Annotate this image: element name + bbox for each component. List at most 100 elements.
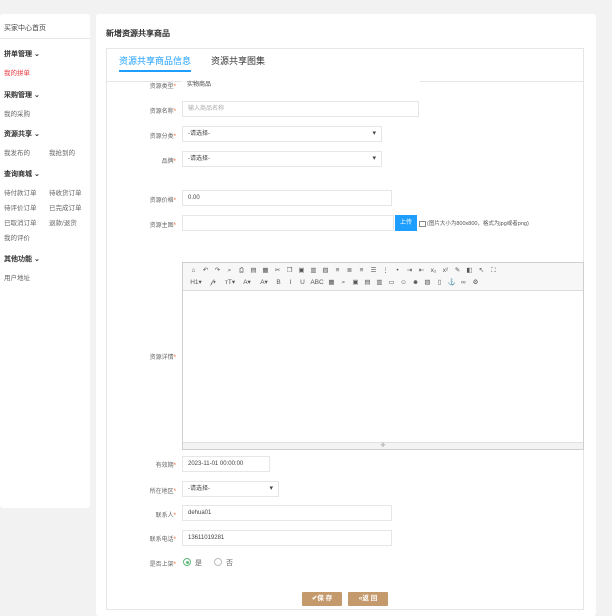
toolbar-button-16[interactable]: ☻: [411, 279, 420, 287]
toolbar-button-17[interactable]: ▨: [423, 279, 432, 287]
toolbar-button-6[interactable]: I: [286, 279, 295, 287]
preview-icon[interactable]: ⌕: [225, 267, 234, 275]
align-right-icon[interactable]: ≡: [357, 267, 366, 275]
sidebar-item-published[interactable]: 我发布的: [4, 147, 30, 157]
outdent-icon[interactable]: ⇤: [417, 267, 426, 275]
toolbar-button-12[interactable]: ▤: [363, 279, 372, 287]
align-center-icon[interactable]: ≣: [345, 267, 354, 275]
listed-no-radio[interactable]: [214, 558, 222, 566]
listed-yes-radio[interactable]: [183, 558, 191, 566]
chevron-down-icon: ⌄: [33, 171, 40, 178]
sidebar-item-unpaid[interactable]: 待付款订单: [4, 187, 37, 197]
toolbar-button-1[interactable]: 𝒻▾: [206, 279, 220, 287]
sidebar-item-completed[interactable]: 已完成订单: [49, 202, 82, 212]
category-select[interactable]: -请选择-: [182, 126, 382, 142]
region-label: 所在地区*: [149, 489, 176, 495]
toolbar-button-2[interactable]: ᴛT▾: [223, 279, 237, 287]
name-input[interactable]: 输入商品名称: [182, 101, 419, 117]
type-value[interactable]: 实物商品: [182, 78, 420, 94]
sidebar-item-address[interactable]: 用户地址: [4, 272, 30, 282]
image-path-input[interactable]: [182, 215, 394, 231]
sidebar-item-cancelled[interactable]: 已取消订单: [4, 217, 37, 227]
listed-no-label[interactable]: 否: [226, 558, 233, 568]
template-icon[interactable]: ▤: [249, 267, 258, 275]
sidebar-item-unrated[interactable]: 待评价订单: [4, 202, 37, 212]
ordered-list-icon[interactable]: ⋮: [381, 267, 390, 275]
toolbar-button-14[interactable]: ▭: [387, 279, 396, 287]
sidebar-group-purchase[interactable]: 采购管理 ⌄: [4, 90, 40, 100]
save-button[interactable]: ✔保 存: [302, 592, 342, 606]
price-input[interactable]: 0.00: [182, 190, 392, 206]
toolbar-button-18[interactable]: ▯: [435, 279, 444, 287]
tab-gallery[interactable]: 资源共享图集: [211, 54, 265, 67]
expire-input[interactable]: 2023-11-01 00:00:00: [182, 456, 270, 472]
chevron-down-icon: ⌄: [33, 131, 40, 138]
select-all-icon[interactable]: ◧: [465, 267, 474, 275]
redo-icon[interactable]: ↷: [213, 267, 222, 275]
sidebar-group-label: 资源共享: [4, 131, 32, 138]
cursor-icon[interactable]: ↖: [477, 267, 486, 275]
code-icon[interactable]: ▦: [261, 267, 270, 275]
sidebar-group-share[interactable]: 资源共享 ⌄: [4, 129, 40, 139]
toolbar-row-1: ⌂ ↶ ↷ ⌕ ⎙ ▤ ▦ ✂ ❐ ▣ ▥ ▧ ≡ ≣ ≡ ☰ ⋮ • ⇥ ⇤ x₂ x² ✎ ◧ ↖ ⛶: [189, 267, 498, 275]
copy-icon[interactable]: ❐: [285, 267, 294, 275]
sidebar-title[interactable]: 买家中心首页: [4, 23, 46, 33]
editor-body[interactable]: [183, 291, 583, 442]
paste-word-icon[interactable]: ▧: [321, 267, 330, 275]
sidebar-item-my-pindan[interactable]: 我的拼单: [4, 67, 30, 77]
contact-input[interactable]: dehua01: [182, 505, 392, 521]
resize-handle[interactable]: ✛: [183, 442, 583, 449]
sidebar-group-other[interactable]: 其他功能 ⌄: [4, 254, 40, 264]
cut-icon[interactable]: ✂: [273, 267, 282, 275]
toolbar-button-3[interactable]: A▾: [240, 279, 254, 287]
print-icon[interactable]: ⎙: [237, 267, 246, 275]
toolbar-button-20[interactable]: ∞: [459, 279, 468, 287]
main-panel: 新增资源共享商品 资源共享商品信息 资源共享图集 资源类型* 实物商品 资源名称…: [96, 14, 596, 616]
sidebar-group-pindan[interactable]: 拼单管理 ⌄: [4, 49, 40, 59]
toolbar-button-15[interactable]: ☺: [399, 279, 408, 287]
indent-icon[interactable]: ⇥: [405, 267, 414, 275]
toolbar-button-10[interactable]: ⌕: [339, 279, 348, 287]
tab-bar: 资源共享商品信息 资源共享图集: [106, 48, 584, 82]
chevron-down-icon: ⌄: [33, 256, 40, 263]
rich-text-editor[interactable]: ⌂ ↶ ↷ ⌕ ⎙ ▤ ▦ ✂ ❐ ▣ ▥ ▧ ≡ ≣ ≡ ☰ ⋮ • ⇥ ⇤ x₂ x² ✎ ◧ ↖ ⛶ H1▾ 𝒻▾ ᴛT▾ A▾ A…: [182, 262, 584, 450]
detail-label: 资源详情*: [149, 355, 176, 361]
sidebar-item-refund[interactable]: 退款/退货: [49, 217, 77, 227]
sidebar-group-label: 查询商城: [4, 171, 32, 178]
subscript-icon[interactable]: x₂: [429, 267, 438, 275]
toolbar-button-19[interactable]: ⚓: [447, 279, 456, 287]
region-select[interactable]: -请选择-: [182, 481, 279, 497]
fullscreen-icon[interactable]: ⛶: [489, 267, 498, 275]
brand-select[interactable]: -请选择-: [182, 151, 382, 167]
toolbar-button-9[interactable]: ▦: [327, 279, 336, 287]
paste-icon[interactable]: ▣: [297, 267, 306, 275]
sidebar-group-mall[interactable]: 查询商城 ⌄: [4, 169, 40, 179]
toolbar-button-11[interactable]: ▣: [351, 279, 360, 287]
unordered-list-icon[interactable]: •: [393, 267, 402, 275]
phone-input[interactable]: 13611019281: [182, 530, 392, 546]
toolbar-button-21[interactable]: ⚙: [471, 279, 480, 287]
toolbar-button-5[interactable]: B: [274, 279, 283, 287]
sidebar-item-unreceived[interactable]: 待收货订单: [49, 187, 82, 197]
toolbar-button-8[interactable]: ABC: [310, 279, 324, 287]
source-icon[interactable]: ⌂: [189, 267, 198, 275]
listed-yes-label[interactable]: 是: [195, 558, 202, 568]
undo-icon[interactable]: ↶: [201, 267, 210, 275]
paste-text-icon[interactable]: ▥: [309, 267, 318, 275]
toolbar-button-4[interactable]: A▾: [257, 279, 271, 287]
tab-product-info[interactable]: 资源共享商品信息: [119, 54, 192, 72]
sidebar-item-grabbed[interactable]: 我抢到的: [49, 147, 75, 157]
superscript-icon[interactable]: x²: [441, 267, 450, 275]
sidebar-group-label: 采购管理: [4, 92, 32, 99]
sidebar-item-my-purchase[interactable]: 我的采购: [4, 108, 30, 118]
sidebar-group-label: 其他功能: [4, 256, 32, 263]
toolbar-button-0[interactable]: H1▾: [189, 279, 203, 287]
align-justify-icon[interactable]: ☰: [369, 267, 378, 275]
upload-button[interactable]: 上传: [395, 215, 417, 231]
align-left-icon[interactable]: ≡: [333, 267, 342, 275]
back-button[interactable]: «返 回: [348, 592, 388, 606]
toolbar-button-7[interactable]: U: [298, 279, 307, 287]
toolbar-button-13[interactable]: ▥: [375, 279, 384, 287]
sidebar-item-my-reviews[interactable]: 我的评价: [4, 232, 30, 242]
clear-format-icon[interactable]: ✎: [453, 267, 462, 275]
